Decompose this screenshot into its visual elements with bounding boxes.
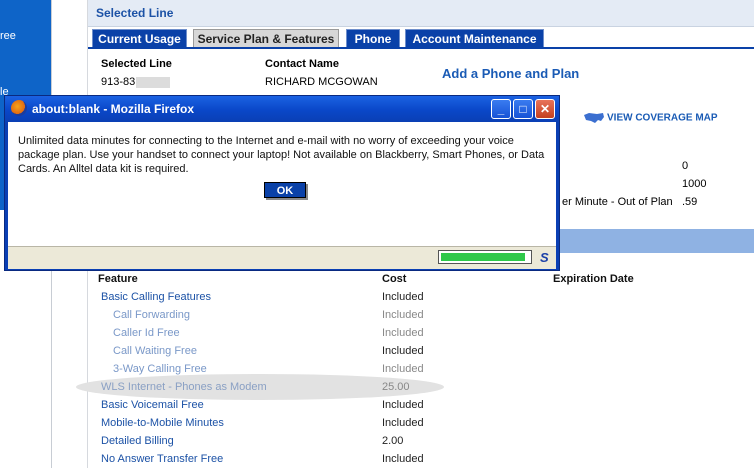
section-header: Selected Line [88,0,754,27]
feature-cost: Included [382,417,424,429]
section-band [560,229,754,253]
feature-name[interactable]: Detailed Billing [101,435,174,447]
rate-value: .59 [682,196,698,208]
alert-dialog: about:blank - Mozilla Firefox _ □ ✕ Unli… [4,95,560,271]
status-s-icon: S [540,250,549,265]
feature-cost: 2.00 [382,435,404,447]
close-button[interactable]: ✕ [535,99,555,119]
feature-name[interactable]: Basic Voicemail Free [101,399,204,411]
firefox-icon [11,100,27,116]
table-row: Basic Calling Features Included [0,291,754,309]
table-row: Caller Id Free Included [0,327,754,345]
tab-phone[interactable]: Phone [346,29,400,48]
usage-value: 1000 [682,178,707,190]
feature-column-header: Feature [98,273,138,285]
table-row: Mobile-to-Mobile Minutes Included [0,417,754,435]
feature-cost: Included [382,363,424,375]
progress-bar [438,250,532,264]
feature-name[interactable]: Caller Id Free [113,327,180,339]
coverage-link-text: VIEW COVERAGE MAP [607,112,718,124]
feature-cost: Included [382,345,424,357]
tab-underline [88,47,754,49]
ok-button[interactable]: OK [264,182,306,198]
table-row: WLS Internet - Phones as Modem 25.00 [0,381,754,399]
rate-label: er Minute - Out of Plan [562,196,673,208]
table-row: 3-Way Calling Free Included [0,363,754,381]
dialog-title: about:blank - Mozilla Firefox [32,102,195,116]
feature-name[interactable]: 3-Way Calling Free [113,363,207,375]
table-row: Call Forwarding Included [0,309,754,327]
feature-cost: Included [382,453,424,465]
status-bar: S [8,246,556,269]
selected-line-number: 913-83 [101,76,136,88]
add-phone-link[interactable]: Add a Phone and Plan [442,66,579,81]
tab-current-usage[interactable]: Current Usage [92,29,187,48]
feature-cost: Included [382,399,424,411]
expiration-column-header: Expiration Date [553,273,634,285]
feature-cost: Included [382,309,424,321]
dialog-message: Unlimited data minutes for connecting to… [18,135,545,175]
feature-name[interactable]: No Answer Transfer Free [101,453,223,465]
feature-name[interactable]: Call Waiting Free [113,345,197,357]
sidebar-fragment-text: ree [0,30,16,42]
usa-map-icon [584,113,604,123]
cost-column-header: Cost [382,273,407,285]
table-row: No Answer Transfer Free Included [0,453,754,471]
section-title: Selected Line [96,6,174,20]
usage-value: 0 [682,160,689,172]
feature-name[interactable]: WLS Internet - Phones as Modem [101,381,267,393]
maximize-button[interactable]: □ [513,99,533,119]
progress-fill [441,253,525,261]
redacted-block [136,76,171,88]
table-row: Call Waiting Free Included [0,345,754,363]
tab-service-plan-features[interactable]: Service Plan & Features [193,29,339,48]
feature-cost: Included [382,291,424,303]
contact-name-label: Contact Name [265,58,339,70]
dialog-body: Unlimited data minutes for connecting to… [8,122,556,269]
feature-name[interactable]: Basic Calling Features [101,291,211,303]
tab-account-maintenance[interactable]: Account Maintenance [405,29,544,48]
selected-line-label: Selected Line [101,58,172,70]
contact-name-value: RICHARD MCGOWAN [265,76,378,88]
table-row: Detailed Billing 2.00 [0,435,754,453]
minimize-button[interactable]: _ [491,99,511,119]
selected-line-value: 913-83 [101,76,171,88]
view-coverage-map-link[interactable]: VIEW COVERAGE MAP [583,112,718,124]
table-row: Basic Voicemail Free Included [0,399,754,417]
feature-name[interactable]: Mobile-to-Mobile Minutes [101,417,224,429]
feature-cost: Included [382,327,424,339]
feature-cost: 25.00 [382,381,410,393]
feature-name[interactable]: Call Forwarding [113,309,190,321]
dialog-titlebar[interactable]: about:blank - Mozilla Firefox _ □ ✕ [5,96,559,122]
